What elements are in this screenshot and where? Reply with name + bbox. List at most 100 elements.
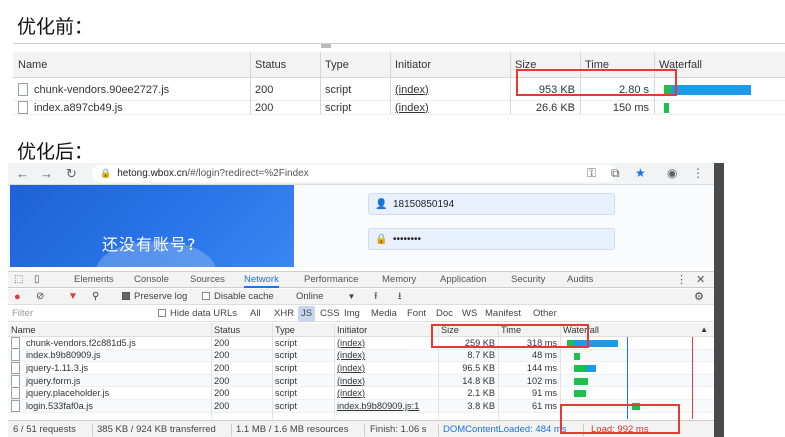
row-size: 14.8 KB	[462, 375, 495, 386]
type-doc[interactable]: Doc	[436, 306, 453, 322]
load-line	[692, 337, 693, 419]
type-img[interactable]: Img	[344, 306, 360, 322]
col-initiator[interactable]: Initiator	[390, 52, 510, 77]
row-initiator[interactable]: (index)	[334, 375, 438, 387]
translate-icon[interactable]: ⧉	[611, 166, 620, 181]
scroll-grip[interactable]	[321, 44, 331, 48]
tab-performance[interactable]: Performance	[304, 272, 358, 288]
filter-input[interactable]: Filter	[12, 306, 33, 322]
row-initiator[interactable]: (index)	[390, 101, 510, 114]
row-initiator[interactable]: (index)	[334, 337, 438, 349]
table-row[interactable]: jquery.form.js 200 script (index) 14.8 KB 102…	[8, 374, 714, 388]
row-size: 96.5 KB	[462, 362, 495, 373]
preserve-log-checkbox[interactable]: Preserve log	[122, 289, 187, 305]
row-size: 26.6 KB	[535, 101, 575, 114]
row-initiator[interactable]: (index)	[334, 362, 438, 374]
forward-arrow-icon[interactable]: →	[40, 166, 53, 181]
table-row[interactable]: index.b9b80909.js 200 script (index) 8.7 KB 4…	[8, 349, 714, 363]
row-type: script	[325, 83, 352, 96]
row-initiator[interactable]: (index)	[334, 387, 438, 399]
banner-text[interactable]: 还没有账号?	[102, 231, 197, 255]
row-initiator[interactable]: (index)	[334, 350, 438, 362]
col-type[interactable]: Type	[272, 323, 334, 336]
col-name[interactable]: Name	[8, 323, 211, 336]
after-heading: 优化后：	[17, 141, 94, 163]
row-time: 61 ms	[531, 400, 557, 411]
more-options-icon[interactable]: ⋮	[676, 272, 687, 288]
waterfall-bar	[586, 365, 596, 373]
tab-sources[interactable]: Sources	[190, 272, 225, 288]
type-font[interactable]: Font	[407, 306, 426, 322]
clear-icon[interactable]: ⊘	[36, 289, 44, 305]
row-time: 102 ms	[526, 375, 557, 386]
close-icon[interactable]: ✕	[696, 272, 705, 288]
type-js[interactable]: JS	[298, 306, 316, 322]
tab-network[interactable]: Network	[244, 272, 279, 288]
sort-up-icon[interactable]: ▲	[700, 325, 708, 334]
status-finish: Finish: 1.06 s	[370, 424, 427, 435]
col-initiator[interactable]: Initiator	[334, 323, 438, 336]
type-manifest[interactable]: Manifest	[485, 306, 521, 322]
password-field[interactable]: 🔒 ••••••••	[368, 228, 615, 250]
row-status: 200	[214, 375, 230, 386]
col-status[interactable]: Status	[211, 323, 272, 336]
row-type: script	[275, 337, 297, 348]
tab-memory[interactable]: Memory	[382, 272, 416, 288]
back-arrow-icon[interactable]: ←	[16, 166, 29, 181]
type-css[interactable]: CSS	[320, 306, 340, 322]
upload-har-icon[interactable]: ⭱	[374, 289, 378, 305]
waterfall-bar-wait	[664, 103, 669, 113]
column-divider	[250, 52, 251, 114]
inspect-icon[interactable]: ⬚	[14, 272, 23, 288]
row-size: 8.7 KB	[467, 350, 495, 361]
col-type[interactable]: Type	[320, 52, 390, 77]
type-all[interactable]: All	[250, 306, 261, 322]
row-status: 200	[214, 350, 230, 361]
url-input[interactable]: 🔒 hetong.wbox.cn/#/login?redirect=%2Find…	[92, 165, 617, 182]
table-row[interactable]: jquery.placeholder.js 200 script (index) 2.1…	[8, 387, 714, 400]
file-icon	[18, 101, 28, 114]
row-size: 3.8 KB	[467, 400, 495, 411]
lock-icon: 🔒	[100, 168, 112, 178]
menu-dots-icon[interactable]: ⋮	[692, 166, 704, 180]
reload-icon[interactable]: ↻	[66, 166, 77, 182]
table-row[interactable]: jquery-1.11.3.js 200 script (index) 96.5 KB 1…	[8, 362, 714, 375]
filter-bar: Filter Hide data URLs All XHR JS CSS Img…	[8, 306, 714, 322]
device-toggle-icon[interactable]: ▯	[34, 272, 40, 288]
filter-icon[interactable]: ▼	[68, 289, 78, 305]
row-initiator[interactable]: index.b9b80909.js:1	[334, 400, 438, 412]
file-icon	[11, 349, 20, 362]
file-icon	[11, 337, 20, 349]
column-divider	[272, 323, 273, 419]
bookmark-star-icon[interactable]: ★	[635, 166, 646, 180]
record-icon[interactable]: ●	[14, 289, 21, 305]
tab-elements[interactable]: Elements	[74, 272, 114, 288]
hide-data-urls-checkbox[interactable]: Hide data URLs	[158, 306, 237, 322]
window-edge	[714, 163, 724, 437]
tab-security[interactable]: Security	[511, 272, 545, 288]
disable-cache-checkbox[interactable]: Disable cache	[202, 289, 274, 305]
table-row[interactable]: index.a897cb49.js 200 script (index) 26.…	[13, 101, 785, 115]
phone-field[interactable]: 👤 18150850194	[368, 193, 615, 215]
col-name[interactable]: Name	[13, 52, 250, 77]
type-media[interactable]: Media	[371, 306, 397, 322]
throttle-select[interactable]: Online ▼	[296, 289, 355, 305]
tab-application[interactable]: Application	[440, 272, 486, 288]
download-har-icon[interactable]: ⭳	[398, 289, 402, 305]
col-status[interactable]: Status	[250, 52, 320, 77]
key-icon[interactable]: ⚿	[587, 166, 596, 181]
table-row[interactable]: chunk-vendors.f2c881d5.js 200 script (index…	[8, 337, 714, 350]
gear-icon[interactable]: ⚙	[694, 289, 704, 305]
type-other[interactable]: Other	[533, 306, 557, 322]
type-ws[interactable]: WS	[462, 306, 477, 322]
row-initiator[interactable]: (index)	[390, 79, 510, 100]
type-xhr[interactable]: XHR	[274, 306, 294, 322]
row-name: jquery-1.11.3.js	[8, 362, 211, 374]
tab-audits[interactable]: Audits	[567, 272, 593, 288]
status-transferred: 385 KB / 924 KB transferred	[97, 424, 216, 435]
file-icon	[11, 362, 20, 374]
search-icon[interactable]: ⚲	[92, 289, 99, 305]
tab-console[interactable]: Console	[134, 272, 169, 288]
account-icon[interactable]: ◉	[667, 166, 677, 180]
file-icon	[11, 387, 20, 399]
